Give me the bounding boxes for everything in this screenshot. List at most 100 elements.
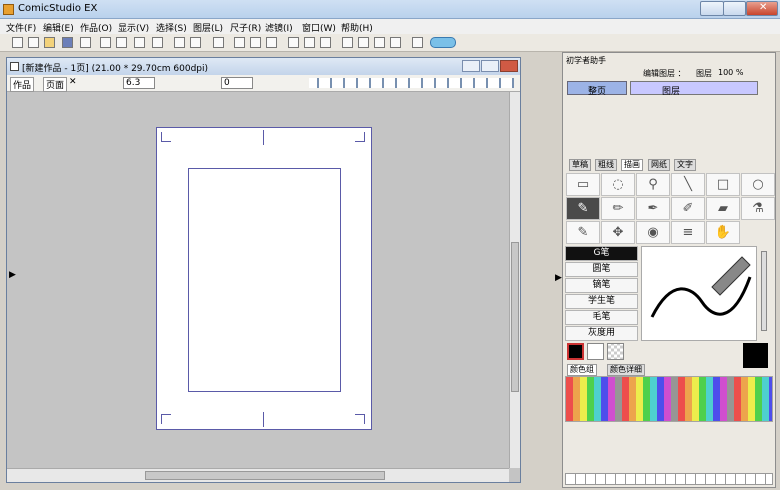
- doc-close-button[interactable]: [500, 60, 518, 72]
- tab-close-icon[interactable]: ✕: [69, 77, 77, 87]
- pencil2-tool-icon[interactable]: ✎: [566, 221, 600, 244]
- vertical-scroll-thumb[interactable]: [511, 242, 519, 392]
- menu-work[interactable]: 作品(O): [80, 21, 112, 34]
- rect-select-tool-icon[interactable]: ▭: [566, 173, 600, 196]
- print-icon[interactable]: [213, 37, 224, 48]
- toggle-icon[interactable]: [430, 37, 456, 48]
- main-color-swatch[interactable]: [567, 343, 584, 360]
- minimize-button[interactable]: [700, 1, 724, 16]
- brush-mapping-pen[interactable]: 镝笔: [565, 278, 638, 293]
- brush-student-pen[interactable]: 学生笔: [565, 294, 638, 309]
- close-button[interactable]: ✕: [746, 1, 778, 16]
- menu-layer[interactable]: 图层(L): [193, 21, 223, 34]
- menu-edit[interactable]: 编辑(E): [43, 21, 74, 34]
- brush-g-pen[interactable]: G笔: [565, 246, 638, 261]
- sub-color-swatch[interactable]: [587, 343, 604, 360]
- new-page-icon[interactable]: [28, 37, 39, 48]
- doc-minimize-button[interactable]: [462, 60, 480, 72]
- menu-help[interactable]: 帮助(H): [341, 21, 373, 34]
- large-color-preview: [743, 343, 768, 368]
- brush-brush[interactable]: 毛笔: [565, 310, 638, 325]
- menu-ruler[interactable]: 尺子(R): [230, 21, 261, 34]
- transparent-swatch[interactable]: [607, 343, 624, 360]
- window-icon[interactable]: [358, 37, 369, 48]
- fill-tool-icon[interactable]: ⚗: [741, 197, 775, 220]
- ellipse-tool-icon[interactable]: ○: [741, 173, 775, 196]
- right-dock-arrow-icon[interactable]: ▶: [555, 273, 562, 283]
- tab-text[interactable]: 文字: [674, 159, 696, 171]
- tab-draft[interactable]: 草稿: [569, 159, 591, 171]
- page-list-item[interactable]: 整页: [567, 81, 627, 97]
- tab-color-set[interactable]: 颜色组: [567, 364, 597, 376]
- ruler-icon[interactable]: [320, 37, 331, 48]
- menu-bar: 文件(F) 编辑(E) 作品(O) 显示(V) 选择(S) 图层(L) 尺子(R…: [0, 19, 780, 34]
- brush-round-pen[interactable]: 圆笔: [565, 262, 638, 277]
- layer-tool3-icon[interactable]: [266, 37, 277, 48]
- open-icon[interactable]: [44, 37, 55, 48]
- play-icon[interactable]: [390, 37, 401, 48]
- hand-tool-icon[interactable]: ✋: [706, 221, 740, 244]
- delete-icon[interactable]: [152, 37, 163, 48]
- wand-tool-icon[interactable]: ⚲: [636, 173, 670, 196]
- app-icon: [3, 4, 14, 15]
- vertical-scrollbar[interactable]: [509, 92, 520, 468]
- left-dock-arrow-icon[interactable]: ▶: [9, 270, 16, 280]
- menu-filter[interactable]: 滤镜(I): [265, 21, 293, 34]
- layer-tool2-icon[interactable]: [250, 37, 261, 48]
- horizontal-scrollbar[interactable]: [7, 468, 509, 482]
- doc-restore-button[interactable]: [481, 60, 499, 72]
- tab-page[interactable]: 页面: [43, 77, 68, 92]
- redo-icon[interactable]: [190, 37, 201, 48]
- tab-tone[interactable]: 网纸: [648, 159, 670, 171]
- view-tools[interactable]: [309, 78, 514, 88]
- layer-opacity[interactable]: 100 %: [718, 68, 743, 77]
- doc-icon: [10, 62, 19, 71]
- brush-grayscale[interactable]: 灰度用: [565, 326, 638, 341]
- line-tool-icon[interactable]: ╲: [671, 173, 705, 196]
- eraser-tool-icon[interactable]: ▰: [706, 197, 740, 220]
- size-slider[interactable]: [761, 251, 767, 331]
- palette-empty-grid[interactable]: [565, 473, 773, 485]
- paste-icon[interactable]: [134, 37, 145, 48]
- rect-tool-icon[interactable]: □: [706, 173, 740, 196]
- color-palette[interactable]: [565, 376, 773, 422]
- menu-file[interactable]: 文件(F): [6, 21, 36, 34]
- pencil-tool-icon[interactable]: ✏: [601, 197, 635, 220]
- pen-tool-icon[interactable]: ✎: [566, 197, 600, 220]
- maximize-button[interactable]: [723, 1, 746, 16]
- lasso-tool-icon[interactable]: ◌: [601, 173, 635, 196]
- close-icon: ✕: [759, 2, 768, 13]
- move-tool-icon[interactable]: ✥: [601, 221, 635, 244]
- menu-select[interactable]: 选择(S): [156, 21, 187, 34]
- cut-icon[interactable]: [100, 37, 111, 48]
- save-all-icon[interactable]: [80, 37, 91, 48]
- link-icon[interactable]: [342, 37, 353, 48]
- grid-icon[interactable]: [304, 37, 315, 48]
- layer-tool-icon[interactable]: [234, 37, 245, 48]
- marker-tool-icon[interactable]: ✒: [636, 197, 670, 220]
- save-icon[interactable]: [62, 37, 73, 48]
- panel-icon[interactable]: [288, 37, 299, 48]
- menu-window[interactable]: 窗口(W): [302, 21, 336, 34]
- horizontal-scroll-thumb[interactable]: [145, 471, 385, 480]
- tab-color-detail[interactable]: 颜色详细: [607, 364, 645, 376]
- corner-mark-bl: [161, 414, 171, 424]
- register-mark-bottom: [263, 412, 264, 427]
- window2-icon[interactable]: [374, 37, 385, 48]
- canvas-area[interactable]: [7, 92, 509, 468]
- tab-rough[interactable]: 粗线: [595, 159, 617, 171]
- sync-icon[interactable]: [412, 37, 423, 48]
- new-icon[interactable]: [12, 37, 23, 48]
- undo-icon[interactable]: [174, 37, 185, 48]
- brush-tool-icon[interactable]: ✐: [671, 197, 705, 220]
- tab-ink[interactable]: 描画: [621, 159, 643, 171]
- layer-list-item[interactable]: 图层: [630, 81, 758, 97]
- blur-tool-icon[interactable]: ◉: [636, 221, 670, 244]
- lines-tool-icon[interactable]: ≡: [671, 221, 705, 244]
- manuscript-page[interactable]: [156, 127, 372, 430]
- rotation-value[interactable]: 0: [221, 77, 253, 89]
- zoom-value[interactable]: 6.3: [123, 77, 155, 89]
- menu-view[interactable]: 显示(V): [118, 21, 149, 34]
- tab-work[interactable]: 作品: [10, 77, 35, 92]
- copy-icon[interactable]: [116, 37, 127, 48]
